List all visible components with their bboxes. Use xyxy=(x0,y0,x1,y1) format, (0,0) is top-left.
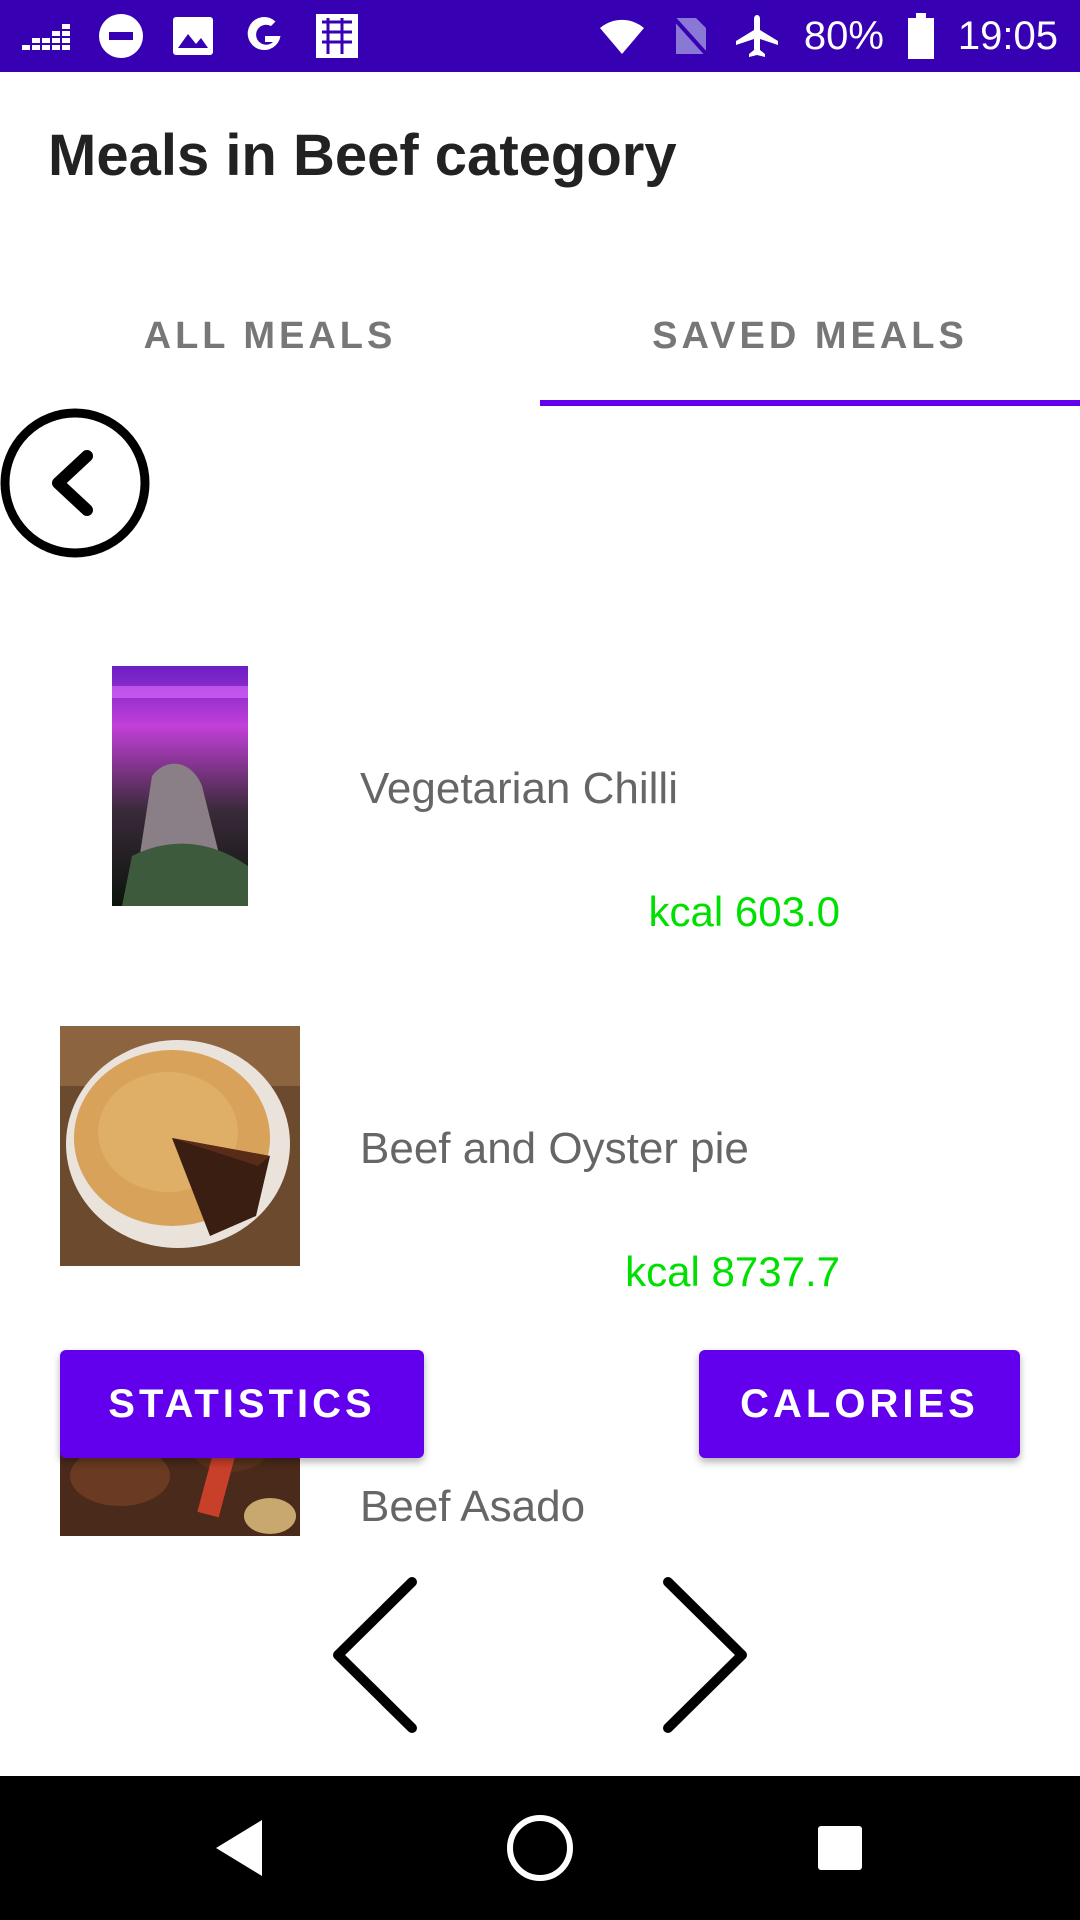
tab-selected-indicator xyxy=(540,400,1080,406)
meal-name: Vegetarian Chilli xyxy=(360,764,678,813)
battery-percent: 80% xyxy=(803,13,884,58)
battery-icon xyxy=(907,13,934,59)
back-triangle-icon xyxy=(216,1820,262,1876)
clock: 19:05 xyxy=(957,13,1058,58)
airplane-icon xyxy=(734,13,780,59)
meal-list-item[interactable]: Vegetarian Chilli kcal 603.0 xyxy=(0,666,1080,966)
google-icon xyxy=(242,14,286,58)
do-not-disturb-icon xyxy=(98,13,144,59)
status-bar-left xyxy=(22,0,360,72)
previous-page-button[interactable] xyxy=(320,1570,440,1740)
chevron-left-icon xyxy=(333,1577,417,1733)
meal-name: Beef and Oyster pie xyxy=(360,1124,749,1173)
meal-kcal: kcal 603.0 xyxy=(648,888,840,935)
tab-saved-meals[interactable]: SAVED MEALS xyxy=(540,272,1080,400)
meal-list-item[interactable]: Beef and Oyster pie kcal 8737.7 xyxy=(0,1026,1080,1326)
meal-image xyxy=(60,1026,300,1266)
tab-all-meals[interactable]: ALL MEALS xyxy=(0,272,540,400)
nav-recents-button[interactable] xyxy=(780,1776,900,1920)
chevron-right-icon xyxy=(663,1577,747,1733)
status-bar: 80% 19:05 xyxy=(0,0,1080,72)
image-icon xyxy=(172,16,214,56)
no-sim-icon xyxy=(670,14,710,58)
wifi-icon xyxy=(598,16,646,56)
chevron-left-circle-icon xyxy=(0,408,150,558)
home-circle-icon xyxy=(507,1815,573,1881)
status-bar-right: 80% 19:05 xyxy=(598,0,1058,72)
system-nav-bar xyxy=(0,1776,1080,1920)
meal-image xyxy=(112,666,248,906)
next-page-button[interactable] xyxy=(640,1570,760,1740)
statistics-button[interactable]: STATISTICS xyxy=(60,1350,424,1458)
meal-kcal: kcal 8737.7 xyxy=(625,1248,840,1295)
tab-bar: ALL MEALS SAVED MEALS xyxy=(0,272,1080,408)
meal-name: Beef Asado xyxy=(360,1482,586,1531)
back-circle-button[interactable] xyxy=(0,408,152,560)
calories-button[interactable]: CALORIES xyxy=(699,1350,1020,1458)
nav-home-button[interactable] xyxy=(480,1776,600,1920)
recents-square-icon xyxy=(818,1826,862,1870)
app-icon xyxy=(314,12,360,60)
page-title: Meals in Beef category xyxy=(48,123,677,188)
nav-back-button[interactable] xyxy=(180,1776,300,1920)
deezer-icon xyxy=(22,21,70,51)
